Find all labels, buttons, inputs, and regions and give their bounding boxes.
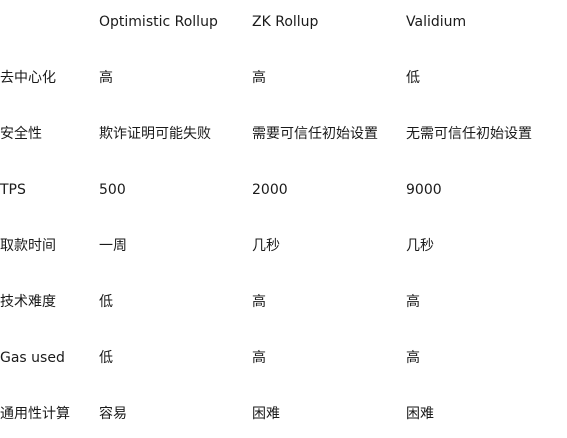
table-cell: 一周 [99,238,127,254]
table-cell: 500 [99,182,126,198]
table-row-technical-difficulty: 技术难度 低 高 高 [0,290,567,314]
row-label: 去中心化 [0,70,56,86]
table-cell: 高 [99,70,113,86]
table-cell: 困难 [252,406,280,422]
table-cell: 高 [252,350,266,366]
header-row: Optimistic Rollup ZK Rollup Validium [0,10,567,34]
row-label: 安全性 [0,126,42,142]
table-row-tps: TPS 500 2000 9000 [0,178,567,202]
row-label: Gas used [0,350,65,366]
table-cell: 9000 [406,182,442,198]
header-cell-optimistic-rollup: Optimistic Rollup [99,14,218,30]
row-label: TPS [0,182,26,198]
table-cell: 低 [99,294,113,310]
table-row-gas-used: Gas used 低 高 高 [0,346,567,370]
table-cell: 高 [406,294,420,310]
comparison-table: Optimistic Rollup ZK Rollup Validium 去中心… [0,0,567,438]
table-cell: 困难 [406,406,434,422]
table-cell: 高 [252,294,266,310]
table-cell: 低 [406,70,420,86]
row-label: 取款时间 [0,238,56,254]
table-cell: 需要可信任初始设置 [252,126,378,142]
header-cell-zk-rollup: ZK Rollup [252,14,319,30]
row-label: 通用性计算 [0,406,70,422]
table-cell: 高 [406,350,420,366]
table-row-decentralization: 去中心化 高 高 低 [0,66,567,90]
table-cell: 高 [252,70,266,86]
table-row-general-computation: 通用性计算 容易 困难 困难 [0,402,567,426]
table-cell: 2000 [252,182,288,198]
row-label: 技术难度 [0,294,56,310]
table-cell: 几秒 [252,238,280,254]
table-cell: 欺诈证明可能失败 [99,126,211,142]
table-row-withdrawal-time: 取款时间 一周 几秒 几秒 [0,234,567,258]
header-cell-validium: Validium [406,14,467,30]
table-row-security: 安全性 欺诈证明可能失败 需要可信任初始设置 无需可信任初始设置 [0,122,567,146]
table-cell: 无需可信任初始设置 [406,126,532,142]
table-cell: 低 [99,350,113,366]
table-cell: 容易 [99,406,127,422]
table-cell: 几秒 [406,238,434,254]
